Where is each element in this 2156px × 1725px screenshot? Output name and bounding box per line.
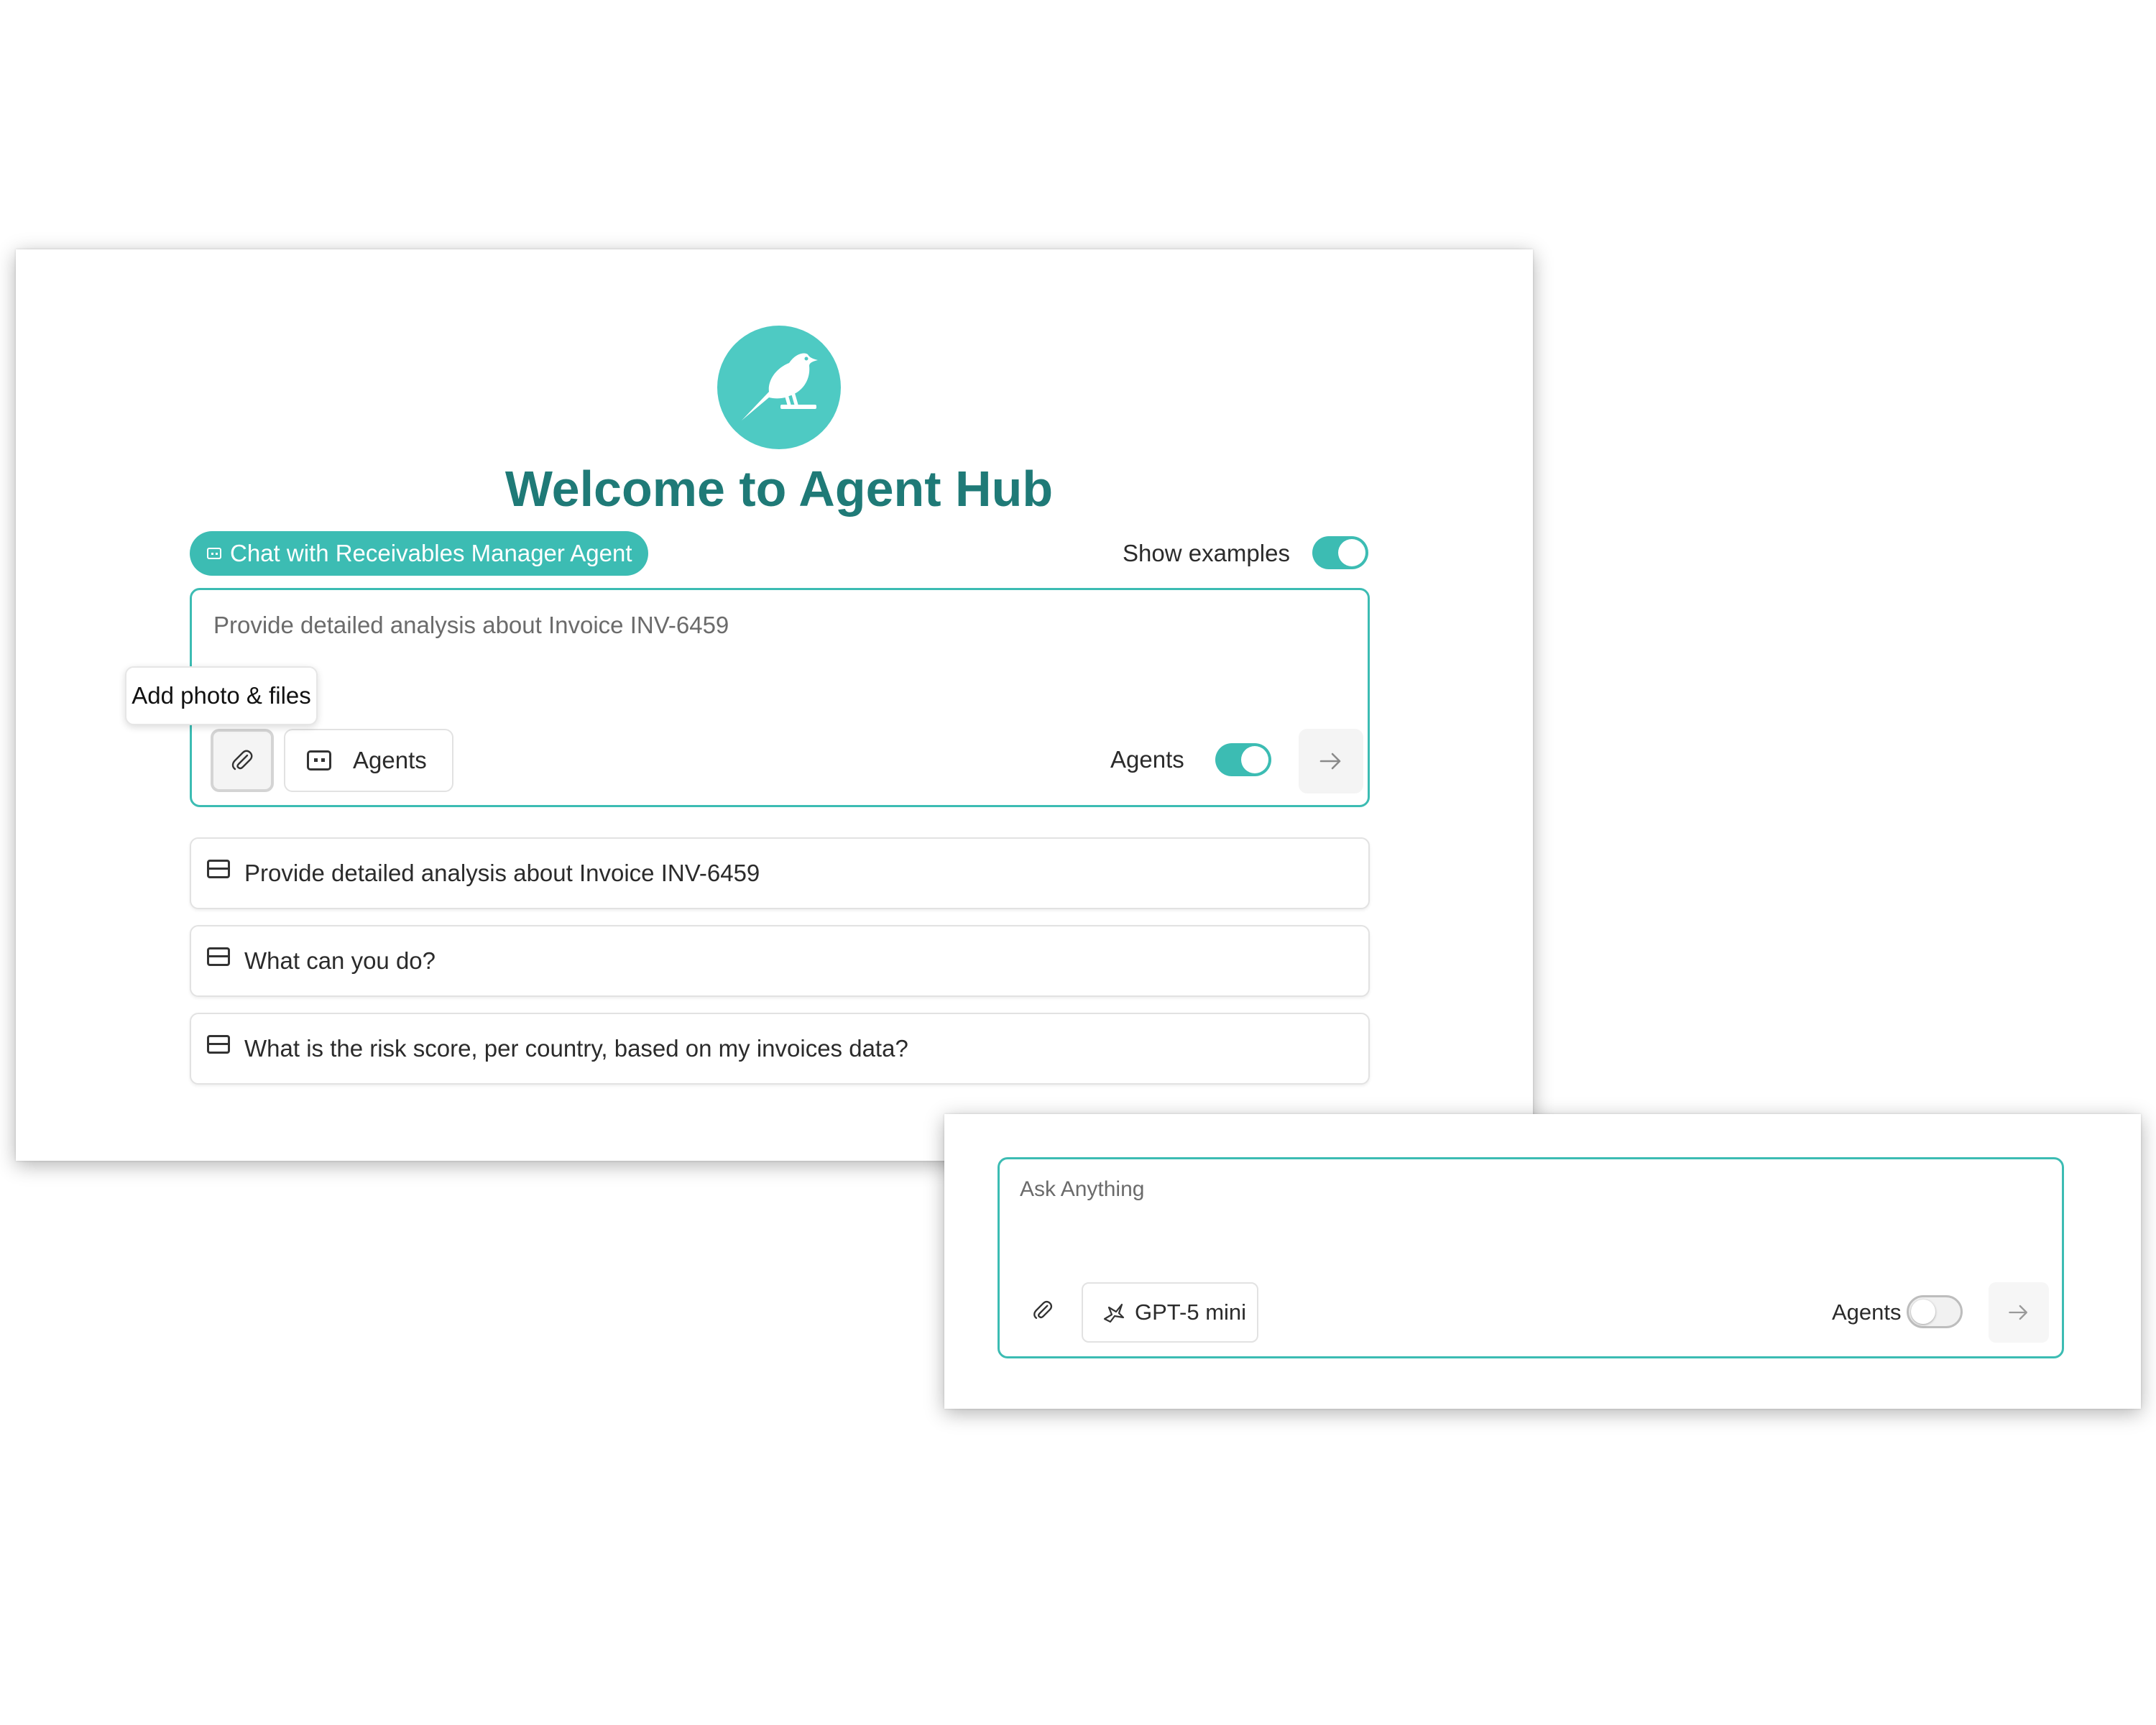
send-button[interactable] [1299, 729, 1363, 794]
example-prompt-text: What is the risk score, per country, bas… [244, 1035, 908, 1062]
ask-anything-input[interactable] [1018, 1171, 1955, 1208]
example-prompt[interactable]: Provide detailed analysis about Invoice … [190, 837, 1370, 909]
example-prompt-text: What can you do? [244, 947, 436, 974]
model-icon [1103, 1303, 1125, 1323]
agent-chip-label: Chat with Receivables Manager Agent [230, 540, 632, 566]
agent-icon [307, 750, 331, 770]
agents-button-label: Agents [353, 747, 427, 773]
briefcase-icon [207, 947, 230, 966]
page-title: Welcome to Agent Hub [505, 461, 1054, 517]
briefcase-icon [207, 1035, 230, 1054]
bird-logo-icon [717, 326, 841, 449]
agents-toggle-label: Agents [1110, 746, 1184, 773]
chat-input-box: Agents Agents [190, 588, 1370, 807]
selected-agent-chip[interactable]: Chat with Receivables Manager Agent [190, 531, 648, 576]
chat-input[interactable] [212, 603, 1293, 648]
attach-tooltip: Add photo & files [125, 666, 318, 725]
paperclip-icon [231, 750, 253, 770]
send-button[interactable] [1989, 1282, 2049, 1343]
toggle-knob [1911, 1300, 1935, 1324]
model-select-button[interactable]: GPT-5 mini [1082, 1282, 1258, 1343]
briefcase-icon [207, 860, 230, 878]
model-label: GPT-5 mini [1135, 1300, 1247, 1325]
toggle-knob [1241, 746, 1268, 773]
agents-toggle[interactable] [1215, 743, 1271, 776]
toggle-knob [1338, 539, 1365, 566]
show-examples-toggle[interactable] [1312, 536, 1368, 569]
agent-icon [207, 548, 221, 559]
arrow-right-icon [1319, 753, 1341, 770]
attach-files-button[interactable] [211, 729, 274, 792]
example-prompt-text: Provide detailed analysis about Invoice … [244, 860, 760, 886]
agents-toggle-label: Agents [1832, 1300, 1902, 1325]
example-prompt[interactable]: What is the risk score, per country, bas… [190, 1013, 1370, 1085]
agents-toggle[interactable] [1907, 1295, 1963, 1328]
ask-anything-panel: GPT-5 mini Agents [944, 1114, 2141, 1409]
show-examples-label: Show examples [1123, 540, 1290, 566]
paperclip-icon [1033, 1300, 1053, 1319]
agents-select-button[interactable]: Agents [284, 729, 453, 792]
attach-files-button[interactable] [1021, 1289, 1064, 1332]
agent-hub-panel: Welcome to Agent Hub Chat with Receivabl… [16, 249, 1533, 1161]
chat-input-box: GPT-5 mini Agents [998, 1157, 2064, 1358]
example-prompt[interactable]: What can you do? [190, 925, 1370, 997]
arrow-right-icon [2009, 1305, 2027, 1320]
